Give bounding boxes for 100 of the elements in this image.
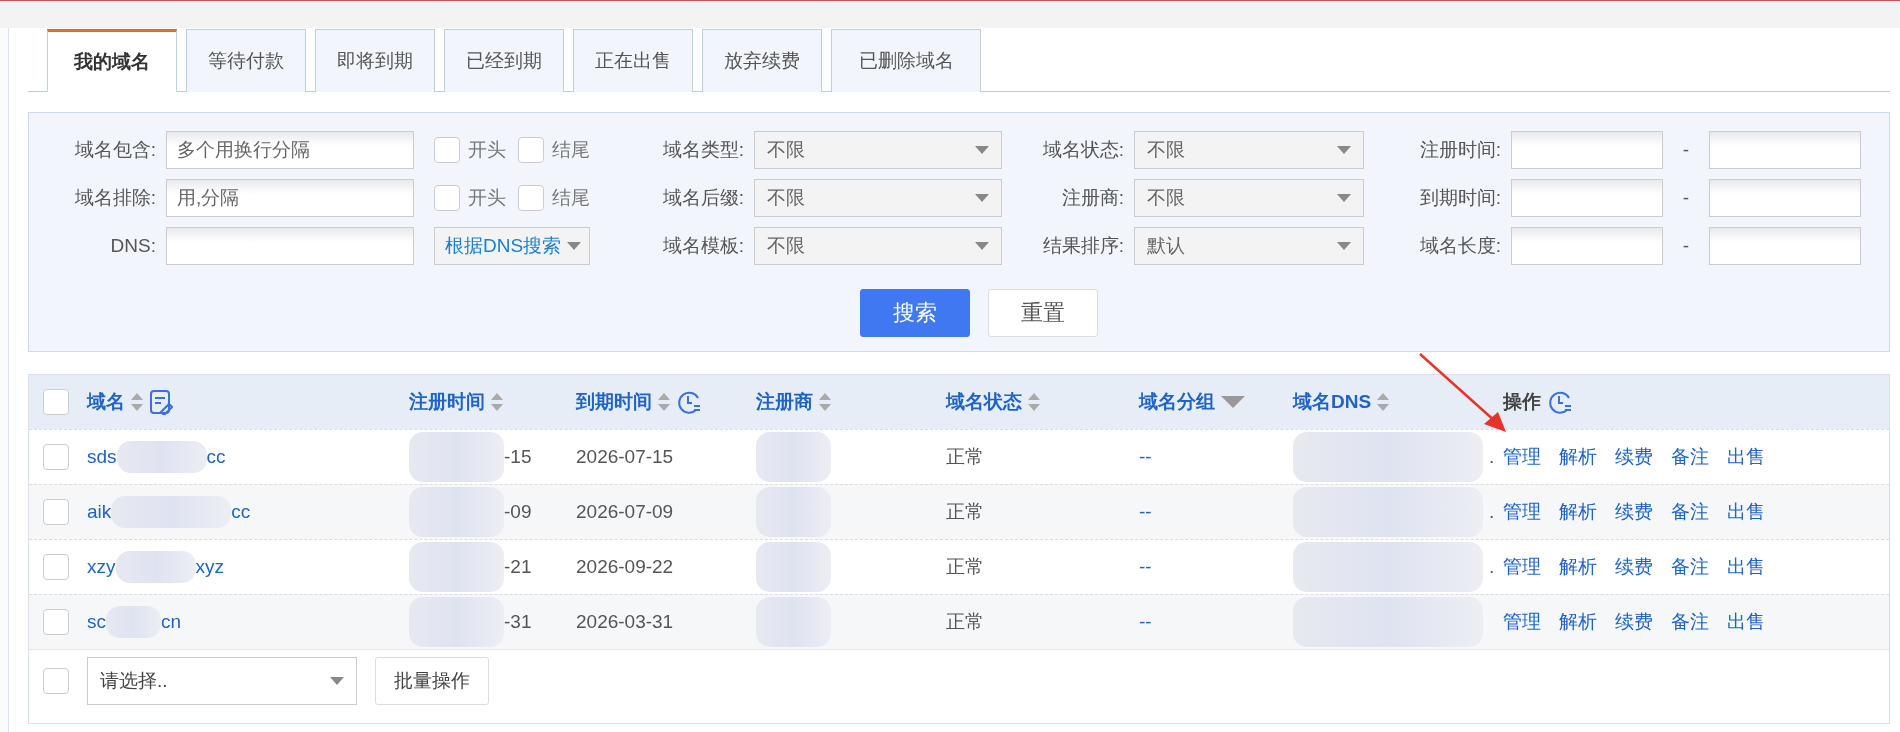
tab[interactable]: 我的域名 [47,29,177,92]
field-label: 域名排除: [74,186,157,210]
select-field[interactable]: 不限 [754,227,1002,265]
field-label: 域名类型: [662,138,745,162]
domain-link[interactable]: sc [87,611,106,633]
table-cell: -09 [504,501,532,523]
table-cell: -- [1139,501,1152,523]
checkbox[interactable] [518,185,544,211]
table-cell-text: 正常 [946,500,984,524]
action-link[interactable]: 续费 [1615,444,1653,470]
range-separator: - [1681,187,1691,209]
column-header: 操作 [1503,390,1541,414]
input-field[interactable] [1709,179,1861,217]
checkbox[interactable] [434,137,460,163]
action-link[interactable]: 备注 [1671,554,1709,580]
input-field[interactable] [1709,227,1861,265]
caret-icon [1337,194,1351,202]
caret-icon [975,146,989,154]
sort-icon[interactable] [131,393,143,411]
range-separator: - [1681,139,1691,161]
column-header: 到期时间 [576,390,652,414]
tab[interactable]: 即将到期 [315,29,435,92]
column-header: 注册商 [756,390,813,414]
domain-link[interactable]: cn [161,611,182,633]
clock-icon[interactable] [676,389,702,415]
action-link[interactable]: 出售 [1727,444,1765,470]
input-field[interactable] [1511,179,1663,217]
reset-button[interactable]: 重置 [988,289,1098,337]
sort-icon[interactable] [1377,393,1390,411]
action-link[interactable]: 续费 [1615,609,1653,635]
domain-link[interactable]: aik [87,501,112,523]
column-header: 域名状态 [946,390,1022,414]
dns-search-dropdown[interactable]: 根据DNS搜索 [434,227,590,265]
action-link[interactable]: 管理 [1503,554,1541,580]
tab[interactable]: 等待付款 [186,29,306,92]
select-field[interactable]: 默认 [1134,227,1364,265]
range-separator: - [1681,235,1691,257]
select-field[interactable]: 不限 [754,131,1002,169]
action-link[interactable]: 出售 [1727,609,1765,635]
checkbox[interactable] [434,185,460,211]
action-link[interactable]: 续费 [1615,554,1653,580]
caret-icon [975,194,989,202]
domain-link[interactable]: xyz [195,556,224,578]
checkbox[interactable] [43,668,69,694]
checkbox[interactable] [43,609,69,635]
clock-icon[interactable] [1547,389,1573,415]
domain-link[interactable]: xzy [87,556,116,578]
table-cell-text: 正常 [946,555,984,579]
domain-link[interactable]: cc [206,446,226,468]
checkbox[interactable] [43,389,69,415]
checkbox[interactable] [43,444,69,470]
action-link[interactable]: 备注 [1671,444,1709,470]
tab[interactable]: 放弃续费 [702,29,822,92]
input-field[interactable] [1709,131,1861,169]
checkbox[interactable] [43,554,69,580]
sort-icon[interactable] [819,393,831,411]
action-link[interactable]: 备注 [1671,499,1709,525]
tab[interactable]: 已删除域名 [831,29,981,92]
input-field[interactable]: 用,分隔 [166,179,414,217]
action-link[interactable]: 解析 [1559,554,1597,580]
table-cell-text: 正常 [946,445,984,469]
action-link[interactable]: 管理 [1503,499,1541,525]
checkbox-label: 结尾 [552,186,590,210]
checkbox[interactable] [43,499,69,525]
domain-link[interactable]: sds [87,446,117,468]
search-button[interactable]: 搜索 [860,289,970,337]
sort-icon[interactable] [491,393,503,411]
table-cell: -- [1139,556,1152,578]
checkbox[interactable] [518,137,544,163]
table-cell: -31 [504,611,532,633]
tab[interactable]: 正在出售 [573,29,693,92]
field-label: 域名包含: [74,138,157,162]
table-cell: -- [1139,446,1152,468]
sort-icon[interactable] [658,393,670,411]
select-field[interactable]: 不限 [1134,131,1364,169]
action-link[interactable]: 解析 [1559,499,1597,525]
action-link[interactable]: 出售 [1727,499,1765,525]
input-field[interactable] [1511,227,1663,265]
action-link[interactable]: 备注 [1671,609,1709,635]
sort-icon[interactable] [1028,393,1040,411]
action-link[interactable]: 续费 [1615,499,1653,525]
tab[interactable]: 已经到期 [444,29,564,92]
action-link[interactable]: 解析 [1559,444,1597,470]
edit-icon[interactable] [149,389,173,415]
select-field[interactable]: 不限 [754,179,1002,217]
domain-link[interactable]: cc [231,501,251,523]
caret-icon[interactable] [1221,396,1245,408]
table-cell: -21 [504,556,532,578]
action-link[interactable]: 管理 [1503,609,1541,635]
input-field[interactable]: 多个用换行分隔 [166,131,414,169]
action-link[interactable]: 出售 [1727,554,1765,580]
bulk-action-button[interactable]: 批量操作 [375,657,489,705]
action-link[interactable]: 解析 [1559,609,1597,635]
action-link[interactable]: 管理 [1503,444,1541,470]
bulk-select[interactable]: 请选择.. [87,657,357,705]
input-field[interactable] [1511,131,1663,169]
table-cell: 2026-07-15 [576,446,674,468]
input-field[interactable] [166,227,414,265]
caret-icon [567,242,581,250]
select-field[interactable]: 不限 [1134,179,1364,217]
